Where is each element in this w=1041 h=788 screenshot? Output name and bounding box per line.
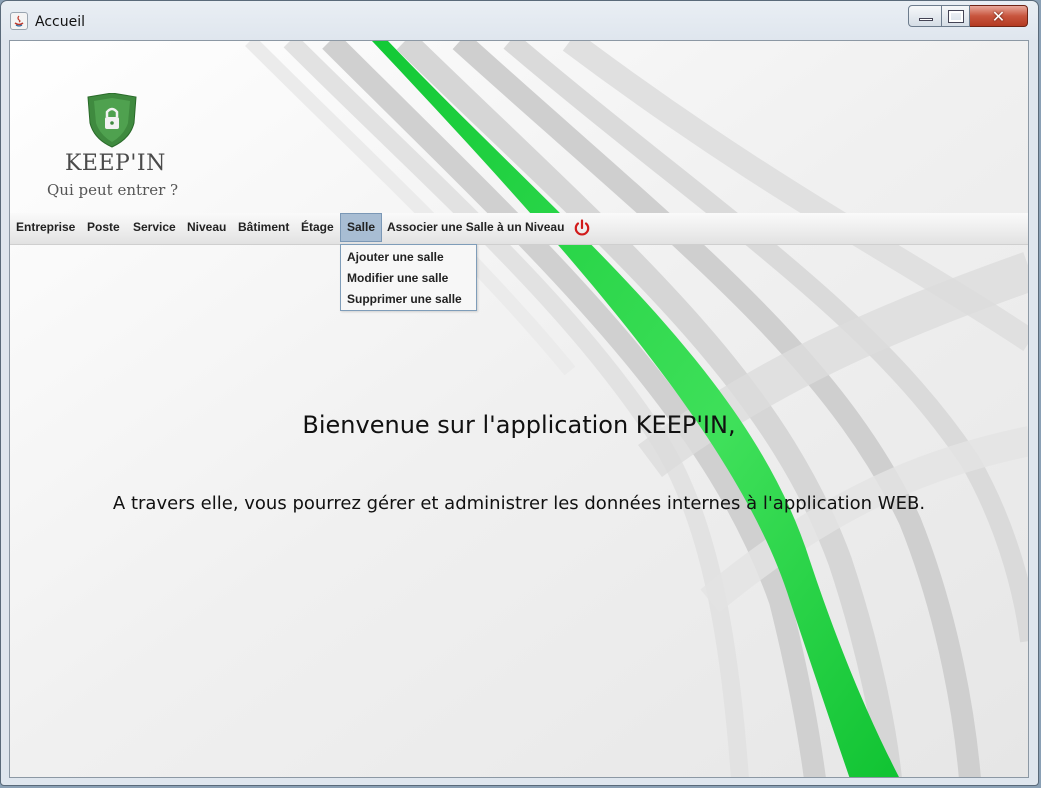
menu-item-ajouter-salle[interactable]: Ajouter une salle (347, 250, 444, 264)
window-controls: ✕ (908, 5, 1028, 29)
menu-poste[interactable]: Poste (81, 213, 126, 242)
shield-lock-icon (87, 92, 137, 148)
close-button[interactable]: ✕ (970, 5, 1028, 27)
logo (46, 92, 176, 154)
maximize-button[interactable] (942, 5, 970, 27)
salle-dropdown-menu: Ajouter une salle Modifier une salle Sup… (340, 244, 477, 311)
window-title: Accueil (35, 14, 85, 30)
menu-item-supprimer-salle[interactable]: Supprimer une salle (347, 292, 462, 306)
menu-associer-salle-niveau[interactable]: Associer une Salle à un Niveau (381, 213, 570, 242)
menu-salle[interactable]: Salle (340, 213, 383, 242)
java-app-icon (10, 12, 28, 30)
main-panel: KEEP'IN Qui peut entrer ? Entreprise Pos… (9, 40, 1029, 778)
application-window: Accueil ✕ KEEP'IN Qui peut entrer ? Entr… (0, 0, 1039, 786)
menu-entreprise[interactable]: Entreprise (10, 213, 81, 242)
menu-batiment[interactable]: Bâtiment (232, 213, 295, 242)
title-bar[interactable]: Accueil ✕ (1, 1, 1038, 39)
maximize-icon (948, 10, 964, 23)
menu-service[interactable]: Service (127, 213, 182, 242)
close-icon: ✕ (991, 7, 1006, 26)
menu-niveau[interactable]: Niveau (181, 213, 232, 242)
menu-item-modifier-salle[interactable]: Modifier une salle (347, 271, 448, 285)
minimize-button[interactable] (908, 5, 942, 27)
logo-subtitle: Qui peut entrer ? (47, 181, 179, 199)
minimize-icon (919, 18, 933, 21)
logo-title: KEEP'IN (65, 151, 166, 176)
menu-etage[interactable]: Étage (295, 213, 340, 242)
welcome-description: A travers elle, vous pourrez gérer et ad… (112, 493, 926, 514)
menu-bar: Entreprise Poste Service Niveau Bâtiment… (10, 213, 1028, 245)
welcome-heading: Bienvenue sur l'application KEEP'IN, (302, 411, 736, 439)
power-icon[interactable] (573, 219, 591, 237)
